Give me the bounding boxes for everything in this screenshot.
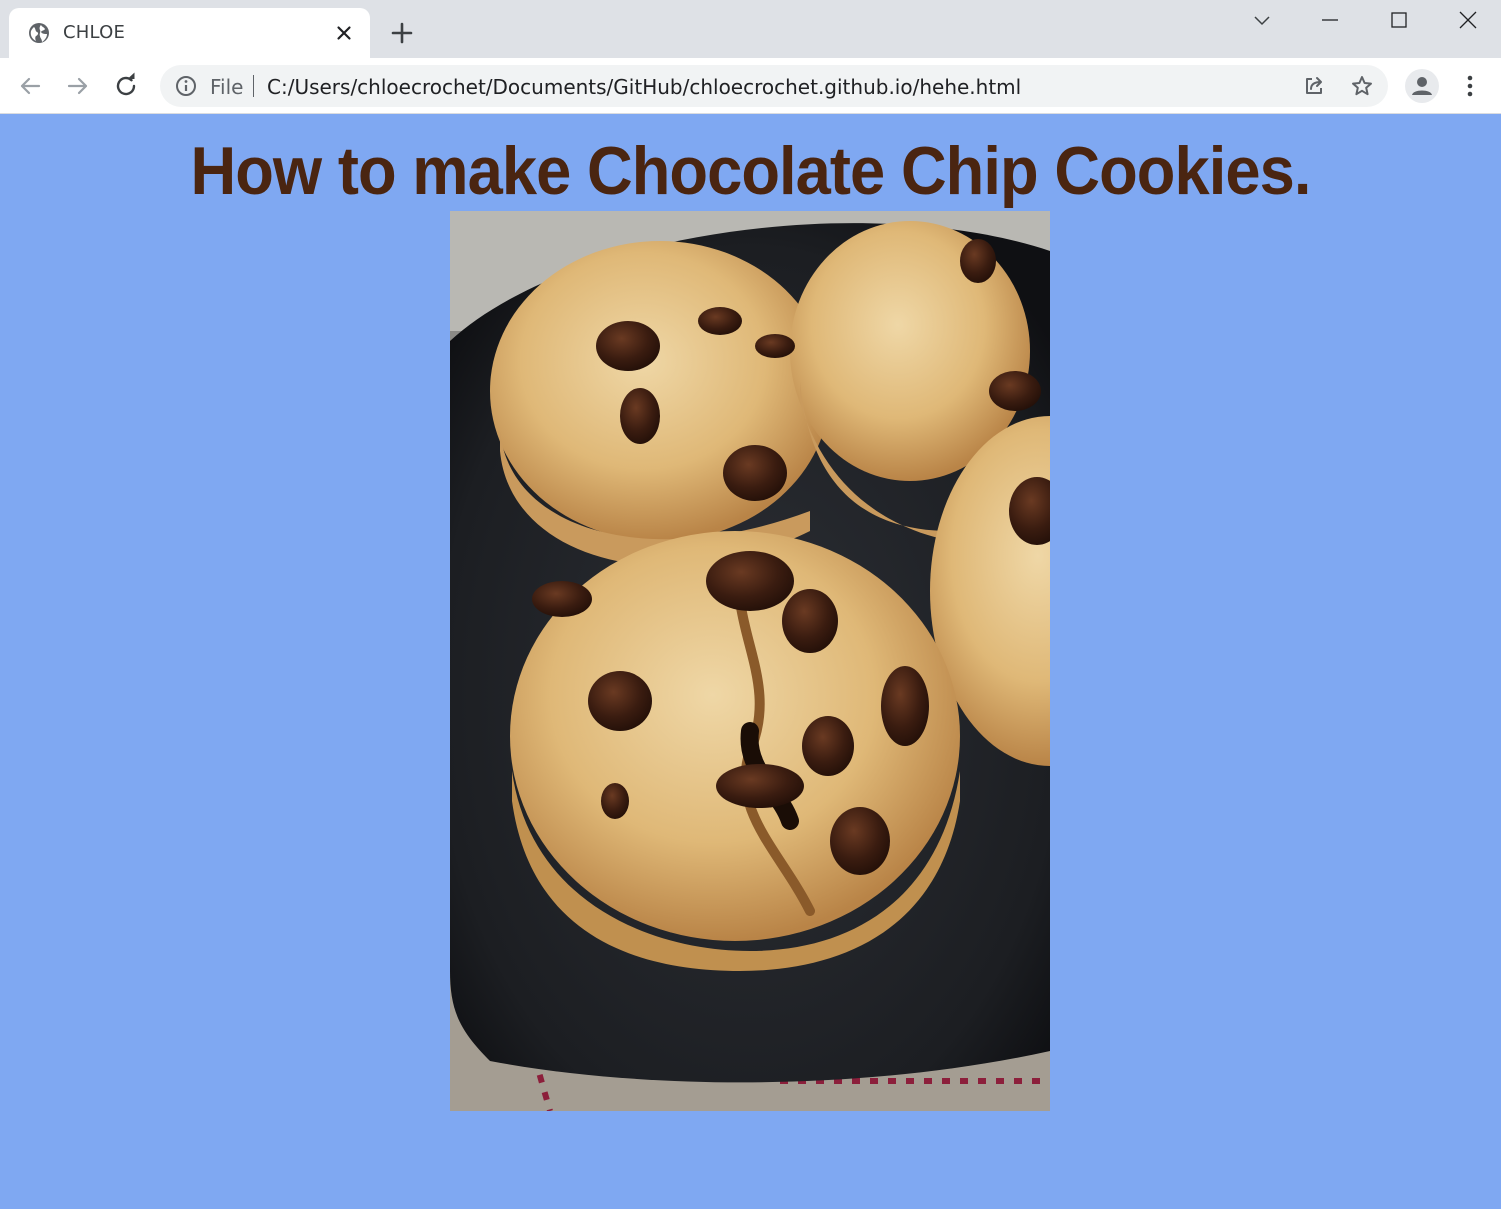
security-label: File [210, 75, 244, 99]
omnibox-divider [253, 75, 254, 97]
minimize-icon [1322, 19, 1338, 21]
share-icon[interactable] [1302, 74, 1326, 98]
url-text[interactable]: C:/Users/chloecrochet/Documents/GitHub/c… [267, 75, 1021, 99]
star-icon[interactable] [1350, 74, 1374, 98]
tab-search-button[interactable] [1227, 0, 1297, 40]
reload-icon[interactable] [110, 70, 142, 102]
globe-icon [29, 23, 49, 43]
address-bar[interactable]: File C:/Users/chloecrochet/Documents/Git… [160, 65, 1388, 107]
profile-button[interactable] [1405, 69, 1439, 103]
cookie-image [450, 211, 1050, 1111]
kebab-menu-icon[interactable] [1457, 72, 1483, 100]
maximize-button[interactable] [1364, 0, 1434, 40]
close-window-button[interactable] [1433, 0, 1501, 40]
page-title: How to make Chocolate Chip Cookies. [190, 133, 1311, 209]
arrow-right-icon[interactable] [62, 70, 94, 102]
arrow-left-icon[interactable] [14, 70, 46, 102]
tab-close-icon[interactable] [332, 21, 356, 45]
browser-toolbar: File C:/Users/chloecrochet/Documents/Git… [0, 58, 1501, 114]
info-icon[interactable] [174, 74, 198, 98]
close-icon [1459, 11, 1477, 29]
minimize-button[interactable] [1295, 0, 1365, 40]
chevron-down-icon [1254, 16, 1270, 26]
person-icon [1412, 77, 1432, 95]
tab-title: CHLOE [63, 22, 126, 43]
new-tab-icon[interactable] [388, 19, 416, 47]
maximize-icon [1391, 12, 1407, 28]
browser-tab[interactable]: CHLOE [9, 8, 370, 58]
tab-strip: CHLOE [0, 0, 1501, 58]
